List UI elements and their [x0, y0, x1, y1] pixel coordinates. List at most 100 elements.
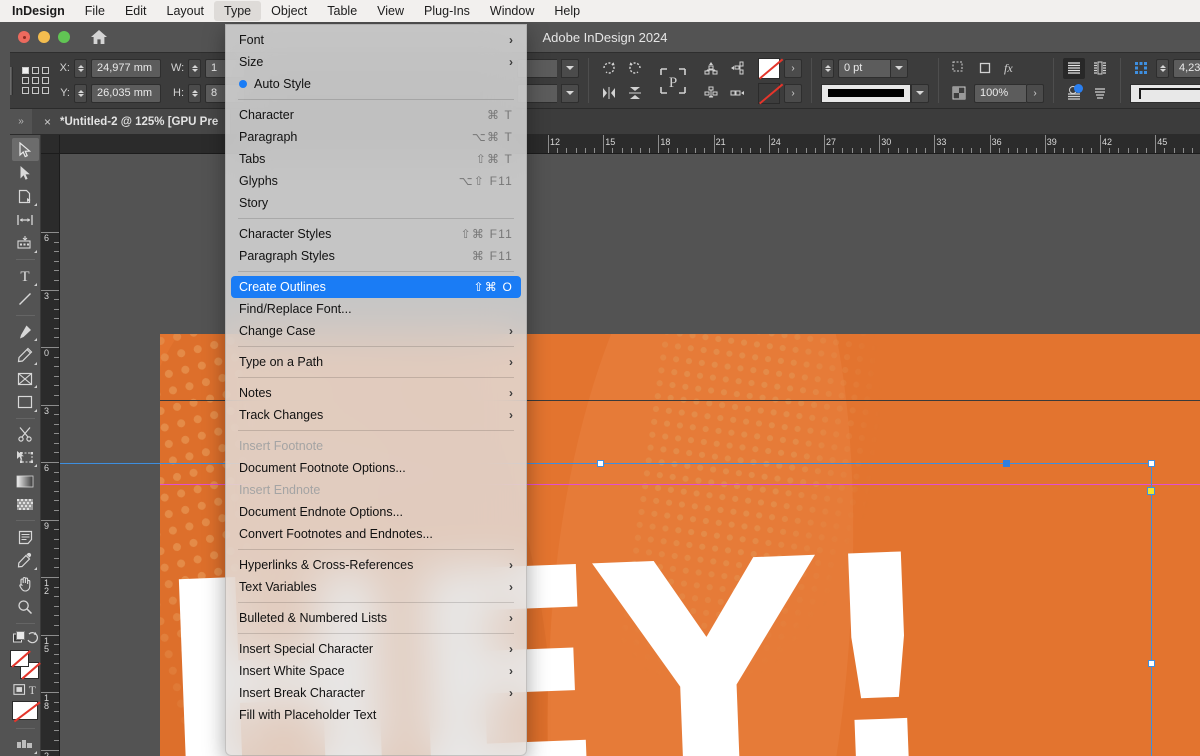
selection-tool[interactable]: [11, 138, 39, 162]
wrap-around-icon[interactable]: [1089, 58, 1111, 79]
menu-item-paragraph-styles[interactable]: Paragraph Styles ⌘ F11: [226, 245, 526, 267]
gutter-stepper[interactable]: [1156, 58, 1169, 78]
document-tab[interactable]: × *Untitled-2 @ 125% [GPU Pre: [32, 109, 232, 134]
menu-item-bulleted-numbered-lists[interactable]: Bulleted & Numbered Lists ›: [226, 607, 526, 629]
selection-handle-top[interactable]: [1003, 460, 1010, 467]
y-field[interactable]: 26,035 mm: [91, 83, 161, 103]
menu-item-document-endnote-options[interactable]: Document Endnote Options...: [226, 501, 526, 523]
frame-fitting-icon[interactable]: P: [656, 61, 690, 101]
rectangle-tool[interactable]: [12, 390, 39, 413]
menu-item-change-case[interactable]: Change Case ›: [226, 320, 526, 342]
drop-shadow-icon[interactable]: [948, 58, 970, 79]
scissors-tool[interactable]: [12, 423, 39, 446]
formatting-affects-container-icon[interactable]: [12, 628, 39, 648]
menu-window[interactable]: Window: [480, 1, 544, 21]
distribute-icon[interactable]: [700, 83, 722, 104]
ruler-origin-box[interactable]: [41, 135, 60, 154]
menu-item-tabs[interactable]: Tabs ⇧⌘ T: [226, 148, 526, 170]
fill-none-swatch[interactable]: [758, 57, 783, 79]
menu-table[interactable]: Table: [317, 1, 367, 21]
corner-radius-handle[interactable]: [1147, 487, 1155, 495]
reference-point-selector[interactable]: [22, 67, 49, 94]
menu-item-insert-special-character[interactable]: Insert Special Character ›: [226, 638, 526, 660]
content-collector-tool[interactable]: [12, 232, 39, 255]
type-tool[interactable]: T: [12, 264, 39, 287]
stroke-none-swatch[interactable]: [758, 82, 783, 104]
stroke-weight-dropdown[interactable]: [890, 58, 908, 78]
eyedropper-tool[interactable]: [12, 549, 39, 572]
select-content-icon[interactable]: [1130, 58, 1152, 79]
formatting-target-icons[interactable]: T: [12, 680, 39, 698]
zoom-tool[interactable]: [12, 596, 39, 619]
free-transform-tool[interactable]: [12, 446, 39, 469]
note-tool[interactable]: [12, 525, 39, 548]
align-top-icon[interactable]: [700, 58, 722, 79]
home-icon[interactable]: [90, 29, 108, 45]
hand-tool[interactable]: [12, 572, 39, 595]
gradient-swatch-tool[interactable]: [12, 469, 39, 492]
y-stepper[interactable]: [74, 83, 87, 103]
scale-y-dropdown[interactable]: [561, 83, 579, 103]
menu-item-character[interactable]: Character ⌘ T: [226, 104, 526, 126]
h-stepper[interactable]: [188, 83, 201, 103]
effects-icon[interactable]: fx: [1000, 58, 1022, 79]
menu-item-find-replace-font[interactable]: Find/Replace Font...: [226, 298, 526, 320]
menu-item-font[interactable]: Font ›: [226, 29, 526, 51]
line-tool[interactable]: [12, 288, 39, 311]
direct-selection-tool[interactable]: [12, 161, 39, 184]
stroke-style-dropdown[interactable]: [911, 83, 929, 103]
menu-item-auto-style[interactable]: Auto Style: [226, 73, 526, 95]
opacity-icon[interactable]: [948, 83, 970, 104]
stroke-style-preview[interactable]: [821, 83, 911, 103]
corner-shape-preview[interactable]: [1130, 83, 1200, 103]
selection-handle-top-middle[interactable]: [597, 460, 604, 467]
page-tool[interactable]: [12, 185, 39, 208]
fill-stroke-control[interactable]: [10, 649, 41, 681]
flip-vertical-icon[interactable]: [624, 83, 646, 104]
stroke-weight-stepper[interactable]: [821, 58, 834, 78]
menu-item-track-changes[interactable]: Track Changes ›: [226, 404, 526, 426]
menu-object[interactable]: Object: [261, 1, 317, 21]
pen-tool[interactable]: [12, 320, 39, 343]
text-wrap-icon[interactable]: [1063, 57, 1085, 79]
menu-item-notes[interactable]: Notes ›: [226, 382, 526, 404]
menu-item-character-styles[interactable]: Character Styles ⇧⌘ F11: [226, 223, 526, 245]
menu-type[interactable]: Type: [214, 1, 262, 21]
selection-handle-top-right[interactable]: [1148, 460, 1155, 467]
vertical-ruler[interactable]: 63036912151821: [41, 135, 60, 756]
corner-options-icon[interactable]: [974, 58, 996, 79]
menu-help[interactable]: Help: [544, 1, 590, 21]
fill-swatch[interactable]: [10, 649, 31, 668]
fill-dropdown-button[interactable]: ›: [784, 58, 802, 78]
menu-view[interactable]: View: [367, 1, 414, 21]
distribute-spacing-icon[interactable]: [726, 83, 748, 104]
x-stepper[interactable]: [74, 58, 87, 78]
menu-item-hyperlinks-cross-references[interactable]: Hyperlinks & Cross-References ›: [226, 554, 526, 576]
w-stepper[interactable]: [188, 58, 201, 78]
gradient-feather-tool[interactable]: [12, 493, 39, 516]
menu-item-glyphs[interactable]: Glyphs ⌥⇧ F11: [226, 170, 526, 192]
opacity-dropdown[interactable]: ›: [1026, 83, 1044, 103]
pencil-tool[interactable]: [12, 343, 39, 366]
apply-none-button[interactable]: [12, 701, 41, 722]
align-left-icon[interactable]: [726, 58, 748, 79]
flip-horizontal-icon[interactable]: [598, 83, 620, 104]
stroke-weight-field[interactable]: 0 pt: [838, 58, 890, 78]
menu-item-create-outlines[interactable]: Create Outlines ⇧⌘ O: [231, 276, 521, 298]
menu-item-document-footnote-options[interactable]: Document Footnote Options...: [226, 457, 526, 479]
rotate-counterclockwise-icon[interactable]: [624, 58, 646, 79]
menu-layout[interactable]: Layout: [157, 1, 215, 21]
menu-item-convert-footnotes-and-endnotes[interactable]: Convert Footnotes and Endnotes...: [226, 523, 526, 545]
menu-item-fill-with-placeholder-text[interactable]: Fill with Placeholder Text: [226, 704, 526, 726]
scale-x-dropdown[interactable]: [561, 58, 579, 78]
menu-item-paragraph[interactable]: Paragraph ⌥⌘ T: [226, 126, 526, 148]
menu-edit[interactable]: Edit: [115, 1, 157, 21]
maximize-window-button[interactable]: [58, 31, 70, 43]
close-window-button[interactable]: [18, 31, 30, 43]
selection-bounding-box[interactable]: [60, 463, 1152, 756]
panel-expand-arrow[interactable]: »: [10, 109, 32, 134]
menu-file[interactable]: File: [75, 1, 115, 21]
gutter-field[interactable]: 4,233 mm: [1173, 58, 1200, 78]
close-document-icon[interactable]: ×: [44, 115, 51, 129]
stroke-dropdown-button[interactable]: ›: [784, 83, 802, 103]
